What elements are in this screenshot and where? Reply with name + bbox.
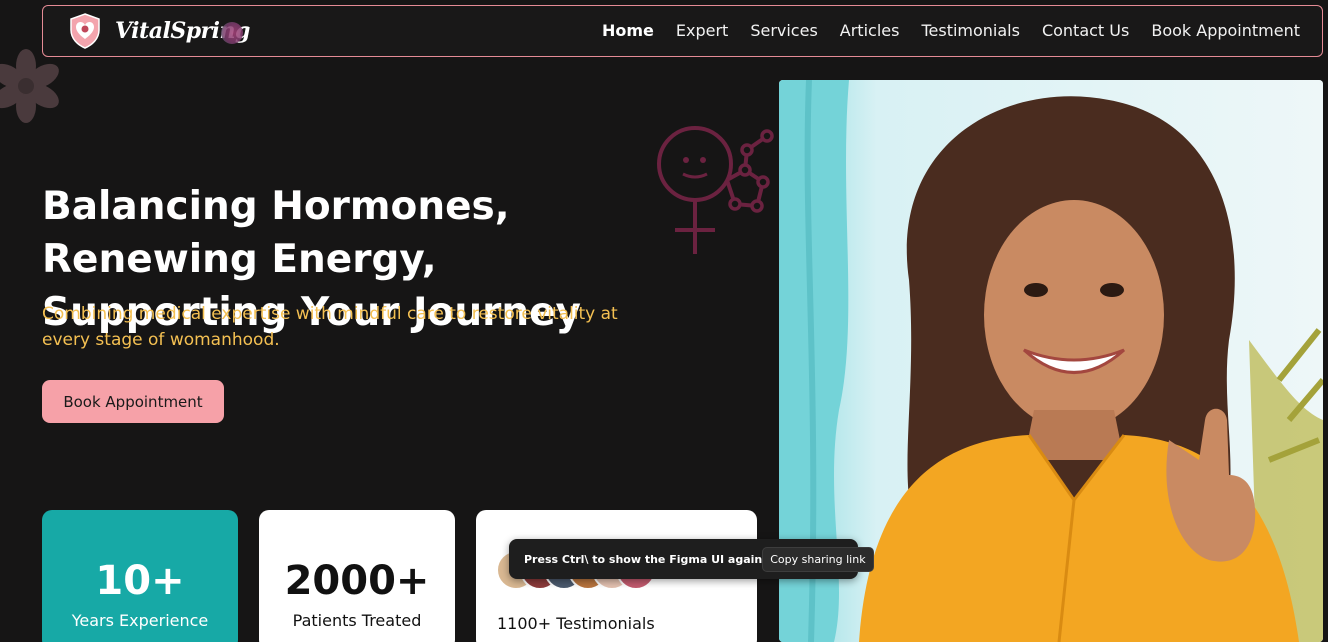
nav-articles[interactable]: Articles: [840, 21, 900, 40]
shield-heart-icon: [70, 13, 100, 49]
nav-expert[interactable]: Expert: [676, 21, 728, 40]
logo-blob-decoration: [221, 22, 243, 44]
nav-home[interactable]: Home: [602, 21, 654, 40]
stat-value: 10+: [95, 558, 185, 604]
nav-services[interactable]: Services: [750, 21, 817, 40]
nav-testimonials[interactable]: Testimonials: [921, 21, 1020, 40]
copy-sharing-link-button[interactable]: Copy sharing link: [762, 546, 874, 572]
stat-label: Patients Treated: [292, 611, 422, 630]
stat-label: Years Experience: [71, 611, 209, 630]
toast-message: Press Ctrl\ to show the Figma UI again: [524, 552, 763, 566]
stat-card-experience: 10+ Years Experience: [42, 510, 238, 642]
nav-menu: Home Expert Services Articles Testimonia…: [602, 21, 1300, 40]
book-appointment-button[interactable]: Book Appointment: [42, 380, 224, 423]
figma-toast: Press Ctrl\ to show the Figma UI again C…: [509, 539, 874, 579]
top-navbar: VitalSpring Home Expert Services Article…: [42, 5, 1323, 57]
nav-book-appointment[interactable]: Book Appointment: [1151, 21, 1300, 40]
nav-contact-us[interactable]: Contact Us: [1042, 21, 1129, 40]
flower-decoration-icon: [0, 48, 64, 128]
stat-label: 1100+ Testimonials: [497, 614, 655, 633]
stat-card-patients: 2000+ Patients Treated: [259, 510, 455, 642]
stat-value: 2000+: [284, 558, 430, 604]
hero-subtitle: Combining medical expertise with mindful…: [42, 304, 618, 350]
